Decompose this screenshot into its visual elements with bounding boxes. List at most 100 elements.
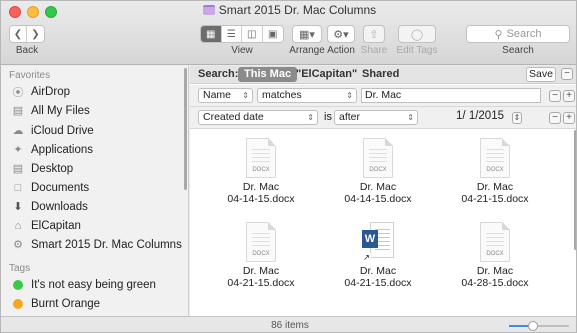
file-item[interactable]: DOCX Dr. Mac 04-14-15.docx [206, 138, 316, 205]
sidebar-item-label: Applications [31, 143, 94, 156]
remove-criteria-button[interactable]: − [549, 90, 561, 102]
back-label: Back [15, 45, 39, 56]
back-forward-control: ❮ ❯ [9, 25, 45, 43]
window-title-text: Smart 2015 Dr. Mac Columns [218, 3, 377, 17]
word-logo-icon: W [362, 230, 378, 248]
file-item[interactable]: DOCX Dr. Mac 04-14-15.docx [323, 138, 433, 205]
add-criteria-button[interactable]: + [563, 112, 575, 124]
remove-criteria-button[interactable]: − [549, 112, 561, 124]
file-name-line1: Dr. Mac [476, 265, 514, 277]
file-name-line2: 04-21-15.docx [344, 277, 412, 289]
file-item[interactable]: DOCX Dr. Mac 04-21-15.docx [206, 222, 316, 289]
sidebar-item-applications[interactable]: ✦ Applications [11, 141, 93, 158]
forward-button[interactable]: ❯ [27, 26, 44, 42]
icon-size-slider-knob[interactable] [528, 321, 538, 331]
icon-size-slider[interactable] [509, 321, 569, 331]
chevron-right-icon: ❯ [31, 28, 40, 40]
file-name-line2: 04-21-15.docx [227, 277, 295, 289]
add-criteria-button[interactable]: + [563, 90, 575, 102]
file-name-line2: 04-28-15.docx [461, 277, 529, 289]
file-item[interactable]: W ↗ Dr. Mac 04-21-15.docx [323, 222, 433, 289]
criteria-operator-popup[interactable]: matches ⇕ [257, 88, 357, 103]
item-count: 86 items [271, 320, 309, 331]
criteria-attribute-value: Name [203, 89, 232, 101]
popup-arrows-icon: ⇕ [407, 113, 414, 122]
criteria-attribute-popup[interactable]: Name ⇕ [198, 88, 253, 103]
status-bar: 86 items [1, 316, 576, 332]
scope-shared[interactable]: Shared [362, 68, 399, 80]
scope-elcapitan[interactable]: "ElCapitan" [296, 68, 357, 80]
sidebar-item-documents[interactable]: □ Documents [11, 179, 90, 196]
file-kind-label: DOCX [486, 167, 504, 173]
action-button[interactable]: ⚙▾ [327, 25, 355, 43]
sidebar-item-all-my-files[interactable]: ▤ All My Files [11, 102, 90, 119]
file-kind-label: DOCX [252, 167, 270, 173]
chevron-left-icon: ❮ [13, 28, 23, 40]
criteria-operator-value: after [339, 111, 361, 123]
search-placeholder: Search [506, 28, 542, 40]
minus-icon: − [552, 90, 558, 101]
criteria-attribute-popup[interactable]: Created date ⇕ [198, 110, 318, 125]
sidebar-item-label: It's not easy being green [31, 278, 156, 291]
sidebar-item-airdrop[interactable]: ⦿ AirDrop [11, 83, 70, 100]
column-view-button[interactable]: ◫ [242, 26, 263, 42]
date-stepper[interactable]: ⇕ [512, 112, 522, 124]
view-label: View [231, 45, 253, 56]
cover-flow-button[interactable]: ▣ [263, 26, 283, 42]
sidebar-scrollbar[interactable] [184, 68, 187, 190]
edit-tags-label: Edit Tags [396, 45, 438, 56]
share-label: Share [360, 45, 388, 56]
edit-tags-button[interactable]: ◯ [398, 25, 436, 43]
file-kind-label: DOCX [486, 251, 504, 257]
sidebar-tag-green[interactable]: It's not easy being green [11, 276, 156, 293]
file-name-line1: Dr. Mac [359, 265, 397, 277]
save-search-button[interactable]: Save [526, 67, 556, 82]
sidebar-item-elcapitan[interactable]: ⌂ ElCapitan [11, 217, 81, 234]
docx-file-icon: DOCX [480, 222, 510, 262]
criteria-operator-popup[interactable]: after ⇕ [334, 110, 418, 125]
scope-this-mac[interactable]: This Mac [238, 67, 298, 82]
file-item[interactable]: DOCX Dr. Mac 04-28-15.docx [440, 222, 550, 289]
criteria-is-label: is [324, 111, 332, 123]
content-area: Search: This Mac "ElCapitan" Shared Save… [190, 66, 576, 316]
file-name-line1: Dr. Mac [242, 265, 280, 277]
search-field[interactable]: ⚲ Search [466, 25, 570, 43]
plus-icon: + [566, 112, 572, 123]
popup-arrows-icon: ⇕ [242, 91, 249, 100]
file-item[interactable]: DOCX Dr. Mac 04-21-15.docx [440, 138, 550, 205]
criteria-name-field[interactable]: Dr. Mac [361, 88, 541, 103]
favorites-heading: Favorites [9, 70, 51, 81]
airdrop-icon: ⦿ [12, 86, 24, 99]
remove-search-button[interactable]: − [561, 68, 573, 80]
sidebar-item-label: Burnt Orange [31, 297, 101, 310]
search-icon: ⚲ [494, 28, 503, 41]
plus-icon: + [566, 90, 572, 101]
orange-tag-icon [11, 297, 25, 311]
criteria-operator-value: matches [262, 89, 302, 101]
list-view-button[interactable]: ☰ [222, 26, 242, 42]
sidebar-item-smart-folder[interactable]: ⚙ Smart 2015 Dr. Mac Columns [11, 236, 182, 253]
criteria-date-field[interactable]: 1/ 1/2015 [426, 110, 506, 125]
documents-icon: □ [14, 181, 22, 194]
share-button[interactable]: ⇧ [363, 25, 385, 43]
minus-icon: − [564, 68, 570, 79]
cloud-icon: ☁ [12, 125, 24, 137]
file-kind-label: DOCX [252, 251, 270, 257]
sidebar-item-label: Documents [31, 181, 90, 194]
sidebar-item-downloads[interactable]: ⬇ Downloads [11, 198, 88, 215]
window-title: Smart 2015 Dr. Mac Columns [1, 3, 576, 17]
sidebar-tag-orange[interactable]: Burnt Orange [11, 295, 100, 312]
icon-view-button[interactable]: ▦ [201, 26, 222, 42]
docx-file-icon: DOCX [246, 138, 276, 178]
sidebar-item-icloud-drive[interactable]: ☁ iCloud Drive [11, 122, 94, 139]
arrange-button[interactable]: ▦▾ [292, 25, 322, 43]
sidebar-item-desktop[interactable]: ▤ Desktop [11, 160, 73, 177]
docx-file-icon: DOCX [480, 138, 510, 178]
action-label: Action [327, 45, 355, 56]
sidebar-item-label: AirDrop [31, 85, 70, 98]
icon-view-icon: ▦ [206, 28, 216, 40]
sidebar-item-label: iCloud Drive [31, 124, 94, 137]
file-name-line1: Dr. Mac [359, 181, 397, 193]
green-tag-icon [11, 278, 25, 292]
back-button[interactable]: ❮ [10, 26, 27, 42]
